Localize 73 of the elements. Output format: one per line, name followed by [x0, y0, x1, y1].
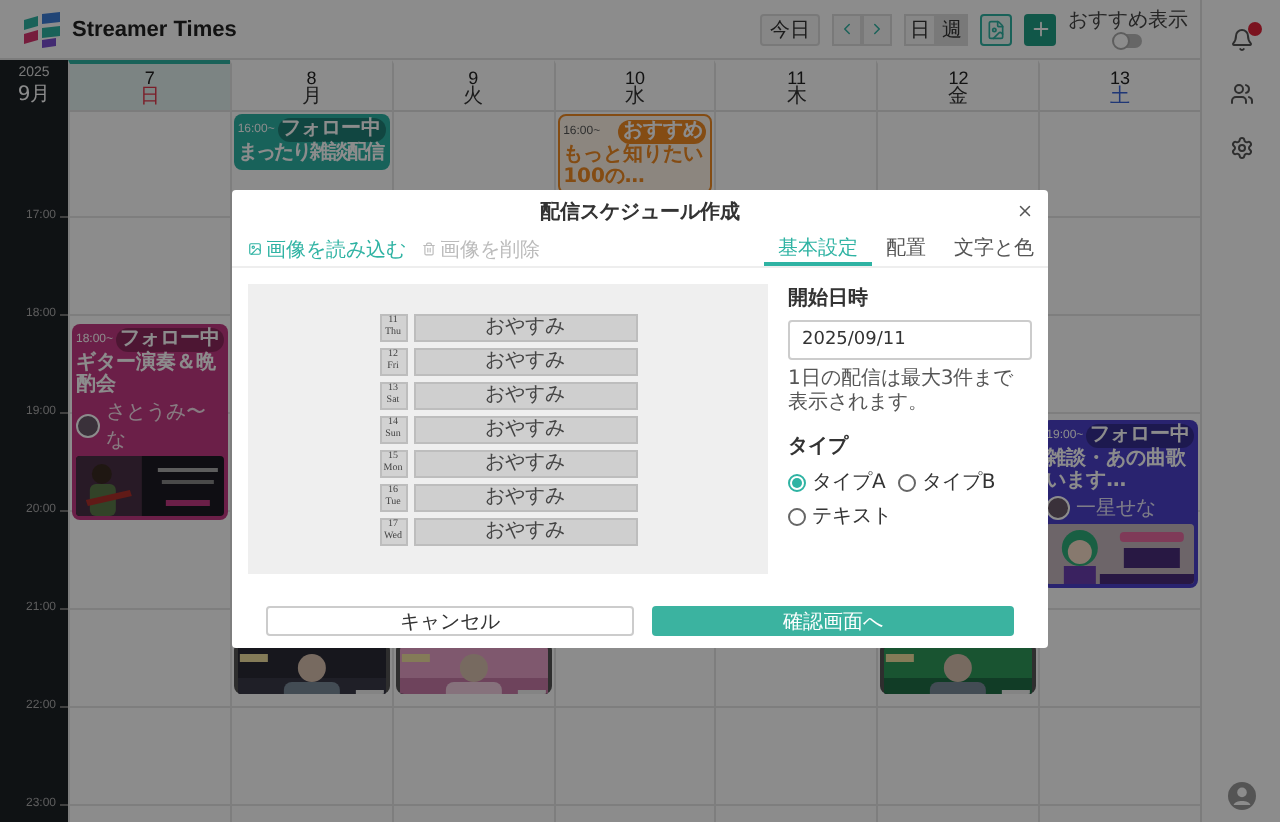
- day-header[interactable]: 10 水: [553, 60, 715, 112]
- streamer-name: 一星せな: [1076, 496, 1157, 522]
- weekday-label: 火: [463, 87, 484, 107]
- view-mode-tab[interactable]: 週: [936, 13, 968, 45]
- settings-tab[interactable]: 配置: [872, 232, 940, 266]
- logo-icon: [20, 11, 64, 47]
- weekday-label: 水: [624, 87, 645, 107]
- day-header[interactable]: 9 火: [391, 60, 554, 112]
- event-title: まったり雑談配信: [237, 144, 386, 165]
- event-title: ギター演奏＆晩酌会: [76, 354, 218, 396]
- load-image-button[interactable]: 画像を読み込む: [248, 235, 406, 263]
- weekday-label: 日: [139, 87, 160, 107]
- schedule-slot: おやすみ: [413, 381, 637, 409]
- event-title: もっと知りたい100の…: [563, 146, 706, 188]
- settings-tab[interactable]: 文字と色: [940, 232, 1048, 266]
- month-text: 9月: [17, 81, 51, 107]
- date-number: 12: [948, 67, 969, 87]
- schedule-slot: おやすみ: [413, 483, 637, 511]
- day-header[interactable]: 7 日: [68, 60, 230, 112]
- close-icon: [1015, 202, 1033, 220]
- app-name: Streamer Times: [72, 17, 237, 41]
- dialog-title: 配信スケジュール作成: [540, 199, 740, 225]
- date-label: 開始日時: [788, 285, 870, 312]
- confirm-button[interactable]: 確認画面へ: [651, 606, 1014, 636]
- radio-label: タイプB: [921, 469, 996, 496]
- radio-label: テキスト: [812, 504, 892, 530]
- chevron-right-icon: [868, 20, 886, 38]
- date-number: 10: [624, 67, 645, 87]
- weekday-label: 月: [301, 87, 322, 107]
- image-file-icon: [986, 19, 1006, 39]
- settings-icon[interactable]: [1229, 136, 1253, 160]
- day-header[interactable]: 11 木: [714, 60, 877, 112]
- settings-tab[interactable]: 基本設定: [764, 232, 872, 266]
- cancel-button[interactable]: キャンセル: [266, 606, 633, 636]
- recommend-switch[interactable]: [1114, 33, 1142, 47]
- date-field[interactable]: 2025/09/11: [788, 320, 1032, 360]
- radio-label: タイプA: [812, 469, 886, 496]
- radio-button[interactable]: [788, 507, 806, 525]
- day-header[interactable]: 13 土: [1038, 60, 1200, 112]
- trash-icon: [422, 242, 436, 256]
- avatar: [76, 414, 100, 438]
- schedule-slot: おやすみ: [413, 449, 637, 477]
- date-number: 11: [787, 67, 807, 87]
- view-mode-tab[interactable]: 日: [904, 13, 936, 45]
- date-number: 9: [468, 67, 479, 87]
- schedule-slot: おやすみ: [413, 313, 637, 341]
- bell-icon[interactable]: [1229, 28, 1253, 52]
- add-button[interactable]: [1024, 13, 1056, 45]
- user-avatar-icon[interactable]: [1227, 782, 1255, 810]
- weekday-label: 金: [948, 87, 969, 107]
- recommend-label: おすすめ表示: [1068, 11, 1188, 31]
- image-icon: [248, 242, 262, 256]
- plus-icon: [1029, 18, 1051, 40]
- schedule-slot: おやすみ: [413, 347, 637, 375]
- date-number: 13: [1110, 67, 1131, 87]
- radio-button[interactable]: [788, 473, 806, 491]
- weekday-label: 土: [1110, 87, 1131, 107]
- event-badge: おすすめ: [618, 120, 707, 144]
- image-export-button[interactable]: [980, 13, 1012, 45]
- chevron-left-icon: [838, 20, 856, 38]
- type-label: タイプ: [788, 432, 851, 460]
- note-text: 1日の配信は最大3件まで表示されます。: [788, 368, 1016, 416]
- streamer-name: さとうみ〜な: [106, 400, 208, 454]
- date-number: 7: [144, 67, 155, 87]
- day-header[interactable]: 12 金: [876, 60, 1039, 112]
- schedule-slot: おやすみ: [413, 415, 637, 443]
- weekday-label: 木: [786, 87, 807, 107]
- day-header[interactable]: 8 月: [229, 60, 392, 112]
- radio-button[interactable]: [897, 473, 916, 491]
- date-number: 8: [306, 67, 317, 87]
- schedule-slot: おやすみ: [413, 517, 637, 545]
- today-button[interactable]: 今日: [760, 13, 820, 45]
- users-icon[interactable]: [1229, 82, 1253, 106]
